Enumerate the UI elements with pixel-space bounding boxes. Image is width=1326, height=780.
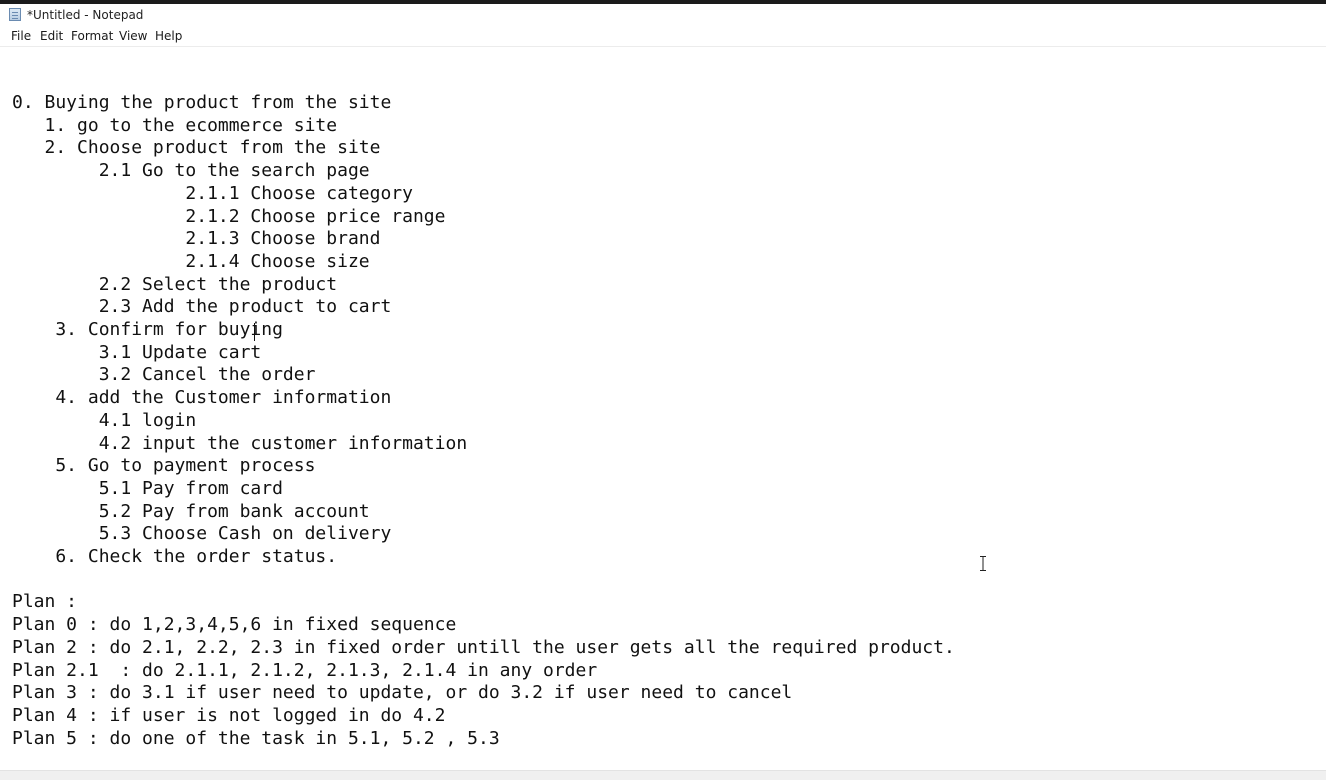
title-bar[interactable]: *Untitled - Notepad [0,4,1326,26]
ibeam-cursor-icon [980,556,986,571]
menu-view[interactable]: View [119,29,147,43]
menu-help[interactable]: Help [155,29,182,43]
notepad-icon [9,8,21,21]
document-text[interactable]: 0. Buying the product from the site 1. g… [12,92,955,750]
menu-bar: File Edit Format View Help [0,26,1326,47]
menu-file[interactable]: File [11,29,31,43]
text-editor-area[interactable]: 0. Buying the product from the site 1. g… [0,47,1326,770]
window-title: *Untitled - Notepad [27,8,144,22]
horizontal-scrollbar[interactable] [0,770,1326,780]
text-caret [254,323,255,341]
menu-format[interactable]: Format [71,29,113,43]
menu-edit[interactable]: Edit [40,29,63,43]
